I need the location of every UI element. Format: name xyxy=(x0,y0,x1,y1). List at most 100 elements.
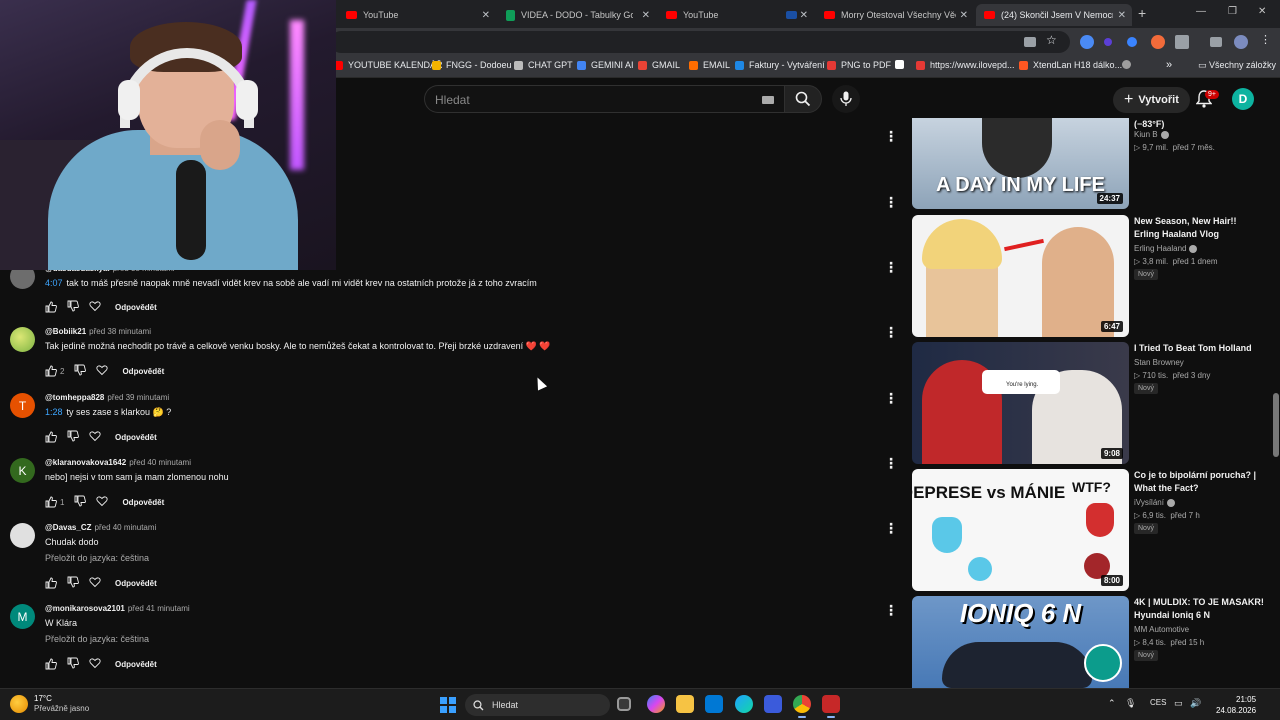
comment-author[interactable]: @klaranovakova1642 xyxy=(45,458,126,467)
bookmark-star-icon[interactable]: ☆ xyxy=(1046,33,1060,47)
video-thumbnail[interactable]: IONIQ 6 N xyxy=(912,596,1129,688)
recommended-video[interactable]: A DAY IN MY LIFE 24:37 (−83°F) Kiun B ▷ … xyxy=(912,118,1272,210)
bookmark-item[interactable]: XtendLan H18 dálko... xyxy=(1019,60,1122,70)
comment-author[interactable]: @Bobiik21 xyxy=(45,327,86,336)
keyboard-icon[interactable] xyxy=(762,96,774,104)
network-icon[interactable]: ▭ xyxy=(1174,698,1183,709)
recommended-video[interactable]: DEPRESE vs MÁNIE WTF? 8:00 Co je to bipo… xyxy=(912,469,1272,591)
bookmark-item[interactable]: PNG to PDF xyxy=(827,60,891,70)
recommended-video[interactable]: You're lying. 9:08 I Tried To Beat Tom H… xyxy=(912,342,1272,464)
dislike-button[interactable] xyxy=(74,495,87,509)
restore-icon[interactable]: ❐ xyxy=(1228,6,1237,17)
browser-tab-active[interactable]: (24) Skončil Jsem V Nemocnici ✕ xyxy=(976,4,1132,26)
file-explorer-icon[interactable] xyxy=(676,695,694,713)
more-options-icon[interactable]: ⋮ xyxy=(884,194,898,211)
bookmark-item[interactable]: https://www.ilovepd... xyxy=(916,60,1015,70)
bookmark-item[interactable]: GEMINI AI xyxy=(577,60,634,70)
chrome-icon[interactable] xyxy=(793,695,811,718)
obs-app-icon[interactable] xyxy=(822,695,840,718)
avatar[interactable]: K xyxy=(10,458,35,483)
more-options-icon[interactable]: ⋮ xyxy=(884,602,898,619)
all-bookmarks-folder[interactable]: ▭ Všechny záložky xyxy=(1198,60,1276,71)
video-thumbnail[interactable]: A DAY IN MY LIFE 24:37 xyxy=(912,118,1129,209)
video-title[interactable]: I Tried To Beat Tom Holland xyxy=(1134,342,1264,355)
video-thumbnail[interactable]: 6:47 xyxy=(912,215,1129,337)
comment-time[interactable]: před 40 minutami xyxy=(95,523,157,532)
menu-kebab-icon[interactable]: ⋮ xyxy=(1260,33,1274,47)
search-input[interactable] xyxy=(425,86,745,114)
like-button[interactable] xyxy=(45,577,57,589)
bookmark-item[interactable] xyxy=(895,60,909,69)
bookmarks-more-icon[interactable]: » xyxy=(1166,59,1172,71)
close-icon[interactable]: ✕ xyxy=(482,10,490,21)
video-title[interactable]: New Season, New Hair!! Erling Haaland Vl… xyxy=(1134,215,1264,241)
heart-button[interactable] xyxy=(89,300,101,314)
channel-name[interactable]: Stan Browney xyxy=(1134,358,1184,367)
more-options-icon[interactable]: ⋮ xyxy=(884,324,898,341)
taskbar-search[interactable]: Hledat xyxy=(465,694,610,716)
bookmark-item[interactable]: YOUTUBE KALENDÁŘ xyxy=(334,60,443,70)
reply-button[interactable]: Odpovědět xyxy=(122,367,164,376)
translate-link[interactable]: Přeložit do jazyka: čeština xyxy=(45,553,149,563)
tab-search-icon[interactable] xyxy=(1210,37,1222,47)
reply-button[interactable]: Odpovědět xyxy=(115,660,157,669)
close-icon[interactable]: ✕ xyxy=(800,10,808,21)
input-language[interactable]: CES xyxy=(1150,698,1166,707)
bookmark-item[interactable]: FNGG - Dodoeu xyxy=(432,60,512,70)
reply-button[interactable]: Odpovědět xyxy=(122,498,164,507)
extension-icon[interactable] xyxy=(1151,35,1165,49)
create-button[interactable]: + Vytvořit xyxy=(1113,87,1190,113)
close-icon[interactable]: ✕ xyxy=(1118,10,1126,21)
install-app-icon[interactable] xyxy=(1024,37,1036,47)
like-button[interactable] xyxy=(45,301,57,313)
avatar[interactable]: T xyxy=(10,393,35,418)
store-icon[interactable] xyxy=(764,695,782,713)
bookmark-item[interactable]: EMAIL xyxy=(689,60,730,70)
more-options-icon[interactable]: ⋮ xyxy=(884,520,898,537)
comment-time[interactable]: před 38 minutami xyxy=(89,327,151,336)
reply-button[interactable]: Odpovědět xyxy=(115,579,157,588)
dislike-button[interactable] xyxy=(74,364,87,378)
extension-icon[interactable] xyxy=(1104,38,1112,46)
channel-name[interactable]: iVysílání xyxy=(1134,498,1175,507)
like-button[interactable]: 2 xyxy=(45,365,64,377)
browser-tab[interactable]: ✕ xyxy=(778,4,814,26)
channel-name[interactable]: Kiun B xyxy=(1134,130,1169,139)
heart-button[interactable] xyxy=(96,495,109,509)
video-thumbnail[interactable]: DEPRESE vs MÁNIE WTF? 8:00 xyxy=(912,469,1129,591)
outlook-icon[interactable] xyxy=(705,695,723,713)
comment-timestamp-link[interactable]: 4:07 xyxy=(45,278,63,288)
heart-button[interactable] xyxy=(89,430,101,444)
close-icon[interactable]: ✕ xyxy=(642,10,650,21)
comment-author[interactable]: @tomheppa828 xyxy=(45,393,104,402)
video-title[interactable]: 4K | MULDIX: TO JE MASAKR! Hyundai Ioniq… xyxy=(1134,596,1264,622)
video-title[interactable]: Co je to bipolární porucha? | What the F… xyxy=(1134,469,1264,495)
scrollbar[interactable] xyxy=(1272,120,1280,688)
comment-author[interactable]: @Davas_CZ xyxy=(45,523,92,532)
avatar[interactable] xyxy=(10,523,35,548)
like-button[interactable]: 1 xyxy=(45,496,64,508)
edge-icon[interactable] xyxy=(735,695,753,713)
new-tab-icon[interactable]: + xyxy=(1138,5,1146,21)
clock[interactable]: 21:05 24.08.2026 xyxy=(1216,694,1256,716)
like-button[interactable] xyxy=(45,431,57,443)
more-options-icon[interactable]: ⋮ xyxy=(884,390,898,407)
minimize-icon[interactable]: — xyxy=(1196,6,1206,17)
browser-tab[interactable]: VIDEA - DODO - Tabulky Goog ✕ xyxy=(498,4,656,26)
more-options-icon[interactable]: ⋮ xyxy=(884,128,898,145)
browser-tab[interactable]: YouTube ✕ xyxy=(338,4,496,26)
comment-timestamp-link[interactable]: 1:28 xyxy=(45,407,63,417)
reply-button[interactable]: Odpovědět xyxy=(115,433,157,442)
volume-icon[interactable]: 🔊 xyxy=(1190,698,1201,709)
dislike-button[interactable] xyxy=(67,576,79,590)
dislike-button[interactable] xyxy=(67,300,79,314)
extension-icon[interactable] xyxy=(1127,37,1137,47)
comment-time[interactable]: před 41 minutami xyxy=(128,604,190,613)
bookmark-item[interactable] xyxy=(1122,60,1136,69)
copilot-icon[interactable] xyxy=(647,695,665,713)
recommended-video[interactable]: IONIQ 6 N 4K | MULDIX: TO JE MASAKR! Hyu… xyxy=(912,596,1272,688)
reply-button[interactable]: Odpovědět xyxy=(115,303,157,312)
close-icon[interactable]: ✕ xyxy=(960,10,968,21)
heart-button[interactable] xyxy=(89,576,101,590)
task-view-icon[interactable] xyxy=(617,697,631,711)
